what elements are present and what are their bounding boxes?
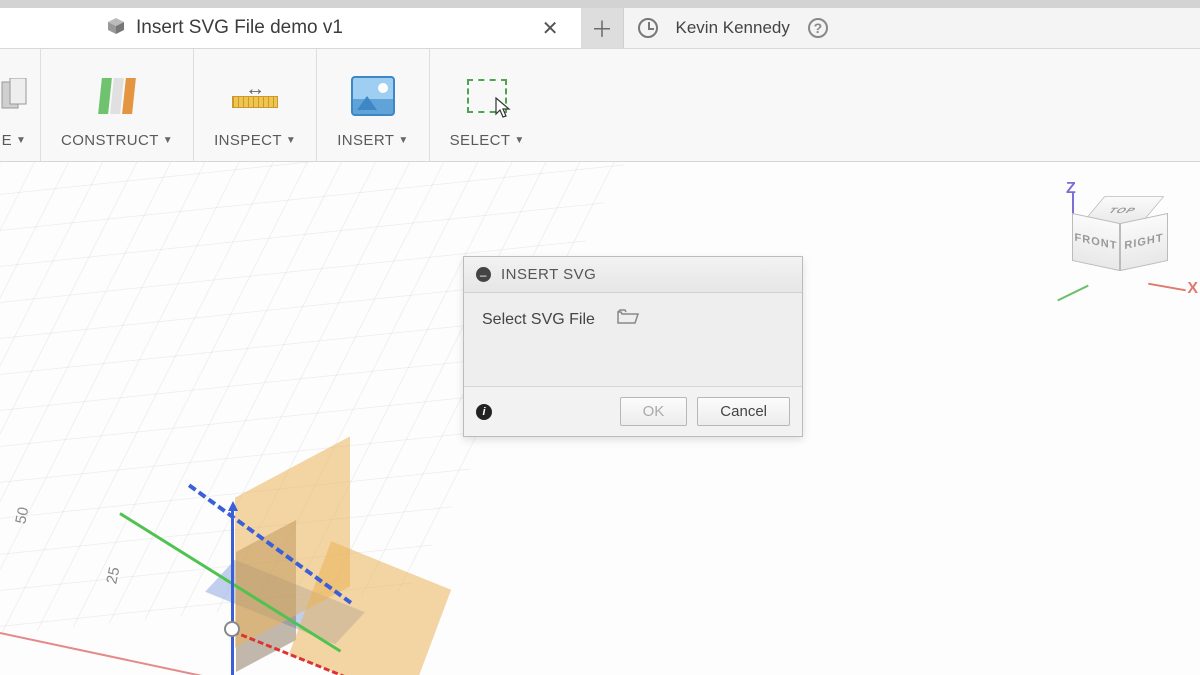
help-icon[interactable]: ? [808,18,828,38]
insert-image-icon [351,76,395,116]
chevron-down-icon: ▼ [16,135,26,146]
chevron-down-icon: ▼ [514,135,524,146]
view-cube[interactable]: Z TOP FRONT RIGHT X [1064,186,1174,296]
toolbar-group-partial[interactable]: E▼ [0,49,41,161]
viewcube-face-front[interactable]: FRONT [1072,213,1120,271]
main-toolbar: E▼ CONSTRUCT▼ ↔ INSPECT▼ INSERT▼ SELECT▼ [0,49,1200,162]
close-tab-icon[interactable]: ✕ [536,16,565,41]
document-title: Insert SVG File demo v1 [136,17,536,39]
partial-tool-icon [0,59,28,132]
viewcube-face-right[interactable]: RIGHT [1120,213,1168,271]
dialog-title: INSERT SVG [501,266,596,283]
user-name[interactable]: Kevin Kennedy [676,18,790,38]
grid-tick-label: 50 [12,506,32,526]
ok-button[interactable]: OK [620,397,688,426]
new-tab-button[interactable]: ＋ [582,8,624,48]
inspect-icon: ↔ [232,84,278,108]
toolbar-group-insert[interactable]: INSERT ▼ [317,49,429,161]
viewport-canvas[interactable]: 50 25 Z TOP FRONT RIGHT X – INSERT SVG S… [0,162,1200,675]
construct-icon [100,78,134,114]
info-icon[interactable]: i [476,404,492,420]
partial-label: E [2,132,12,149]
select-file-label: Select SVG File [482,311,595,329]
chevron-down-icon: ▼ [286,135,296,146]
axis-label-z: Z [1066,180,1076,198]
dialog-header[interactable]: – INSERT SVG [464,257,802,293]
collapse-icon[interactable]: – [476,267,491,282]
chevron-down-icon: ▼ [398,135,408,146]
document-tab[interactable]: Insert SVG File demo v1 ✕ [0,8,582,48]
axis-label-x: X [1187,280,1198,298]
grid-tick-label: 25 [103,566,123,586]
insert-label: INSERT [337,132,394,149]
title-bar: Insert SVG File demo v1 ✕ ＋ Kevin Kenned… [0,0,1200,49]
inspect-label: INSPECT [214,132,282,149]
axis-z-line [231,507,234,675]
insert-svg-dialog: – INSERT SVG Select SVG File i OK Cancel [463,256,803,437]
select-label: SELECT [450,132,511,149]
cancel-button[interactable]: Cancel [697,397,790,426]
folder-open-icon[interactable] [617,309,639,330]
document-icon [106,16,126,41]
select-marquee-icon [467,79,507,113]
viewcube-axis-y [1057,285,1088,302]
dialog-footer: i OK Cancel [464,386,802,436]
origin-point[interactable] [224,621,240,637]
toolbar-group-inspect[interactable]: ↔ INSPECT ▼ [194,49,317,161]
history-icon[interactable] [638,18,658,38]
toolbar-group-select[interactable]: SELECT▼ [430,49,545,161]
construct-label: CONSTRUCT [61,132,159,149]
viewcube-axis-x [1148,283,1186,292]
titlebar-right: Kevin Kennedy ? [624,8,1200,48]
toolbar-group-construct[interactable]: CONSTRUCT ▼ [41,49,194,161]
dialog-body: Select SVG File [464,293,802,386]
cursor-icon [495,97,513,119]
chevron-down-icon: ▼ [163,135,173,146]
